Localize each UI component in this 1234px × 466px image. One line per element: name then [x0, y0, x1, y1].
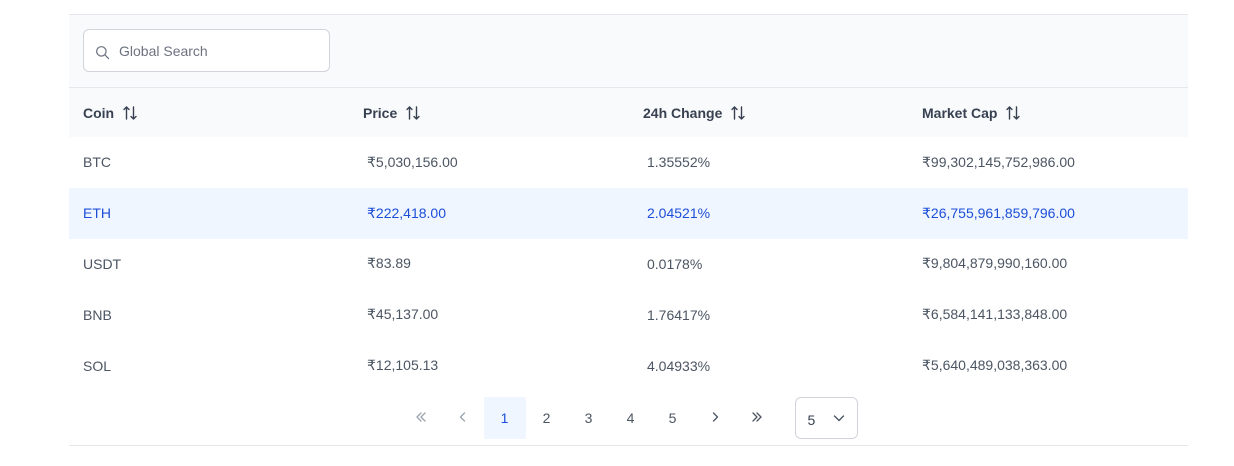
cell-market-cap: ₹99,302,145,752,986.00	[922, 153, 1075, 170]
table-row-selected[interactable]: ETH ₹222,418.00 2.04521% ₹26,755,961,859…	[69, 187, 1188, 239]
column-header-label: Market Cap	[922, 104, 998, 121]
paginator: 1 2 3 4 5 5	[69, 397, 1188, 439]
cell-market-cap: ₹9,804,879,990,160.00	[922, 255, 1068, 272]
cell-price: ₹83.89	[367, 255, 411, 272]
last-page-button[interactable]	[736, 397, 778, 439]
chevron-left-icon	[456, 410, 470, 427]
double-chevron-left-icon	[414, 410, 428, 427]
cell-market-cap: ₹6,584,141,133,848.00	[922, 306, 1068, 323]
cell-price: ₹12,105.13	[367, 357, 439, 374]
cell-coin: ETH	[83, 205, 111, 222]
page-button-3[interactable]: 3	[568, 397, 610, 439]
cell-price: ₹45,137.00	[367, 306, 439, 323]
global-search-field[interactable]	[83, 29, 330, 72]
cell-24h-change: 2.04521%	[647, 205, 711, 222]
cell-24h-change: 4.04933%	[647, 357, 711, 374]
search-icon	[94, 45, 110, 61]
chevron-down-icon	[832, 411, 846, 425]
column-header-label: Coin	[83, 104, 115, 121]
page-button-4[interactable]: 4	[610, 397, 652, 439]
cell-24h-change: 0.0178%	[647, 255, 703, 272]
cell-coin: SOL	[83, 357, 112, 374]
cell-coin: BNB	[83, 306, 112, 323]
cell-coin: USDT	[83, 255, 122, 272]
table-header: Coin Price 24h Change Market Cap	[69, 88, 1188, 137]
table-toolbar	[69, 15, 1188, 88]
rows-per-page-dropdown[interactable]: 5	[794, 397, 858, 439]
column-header-market-cap[interactable]: Market Cap	[908, 105, 1188, 121]
column-header-coin[interactable]: Coin	[69, 105, 349, 121]
chevron-right-icon	[708, 410, 722, 427]
cell-24h-change: 1.76417%	[647, 306, 711, 323]
sort-icon[interactable]	[730, 105, 746, 121]
table-row[interactable]: USDT ₹83.89 0.0178% ₹9,804,879,990,160.0…	[69, 238, 1188, 290]
cell-market-cap: ₹26,755,961,859,796.00	[922, 204, 1075, 221]
cell-coin: BTC	[83, 154, 111, 171]
table-row[interactable]: SOL ₹12,105.13 4.04933% ₹5,640,489,038,3…	[69, 340, 1188, 391]
first-page-button[interactable]	[400, 397, 442, 439]
global-search-input[interactable]	[119, 35, 319, 66]
cell-price: ₹5,030,156.00	[367, 153, 458, 170]
table-row[interactable]: BTC ₹5,030,156.00 1.35552% ₹99,302,145,7…	[69, 137, 1188, 188]
sort-icon[interactable]	[405, 105, 421, 121]
table-row[interactable]: BNB ₹45,137.00 1.76417% ₹6,584,141,133,8…	[69, 289, 1188, 341]
page-button-1[interactable]: 1	[483, 397, 526, 439]
cell-market-cap: ₹5,640,489,038,363.00	[922, 357, 1068, 374]
sort-icon[interactable]	[1005, 105, 1021, 121]
page-button-2[interactable]: 2	[526, 397, 568, 439]
cell-24h-change: 1.35552%	[647, 154, 711, 171]
column-header-24h-change[interactable]: 24h Change	[629, 105, 908, 121]
column-header-price[interactable]: Price	[349, 105, 629, 121]
column-header-label: Price	[363, 104, 398, 121]
coins-table: Coin Price 24h Change Market Cap BTC ₹5,…	[69, 88, 1188, 391]
rows-per-page-value: 5	[807, 412, 816, 428]
data-table-panel: Coin Price 24h Change Market Cap	[69, 14, 1188, 446]
page-button-5[interactable]: 5	[652, 397, 694, 439]
prev-page-button[interactable]	[442, 397, 484, 439]
sort-icon[interactable]	[122, 105, 138, 121]
double-chevron-right-icon	[750, 410, 764, 427]
column-header-label: 24h Change	[643, 104, 723, 121]
next-page-button[interactable]	[694, 397, 736, 439]
cell-price: ₹222,418.00	[367, 204, 446, 221]
